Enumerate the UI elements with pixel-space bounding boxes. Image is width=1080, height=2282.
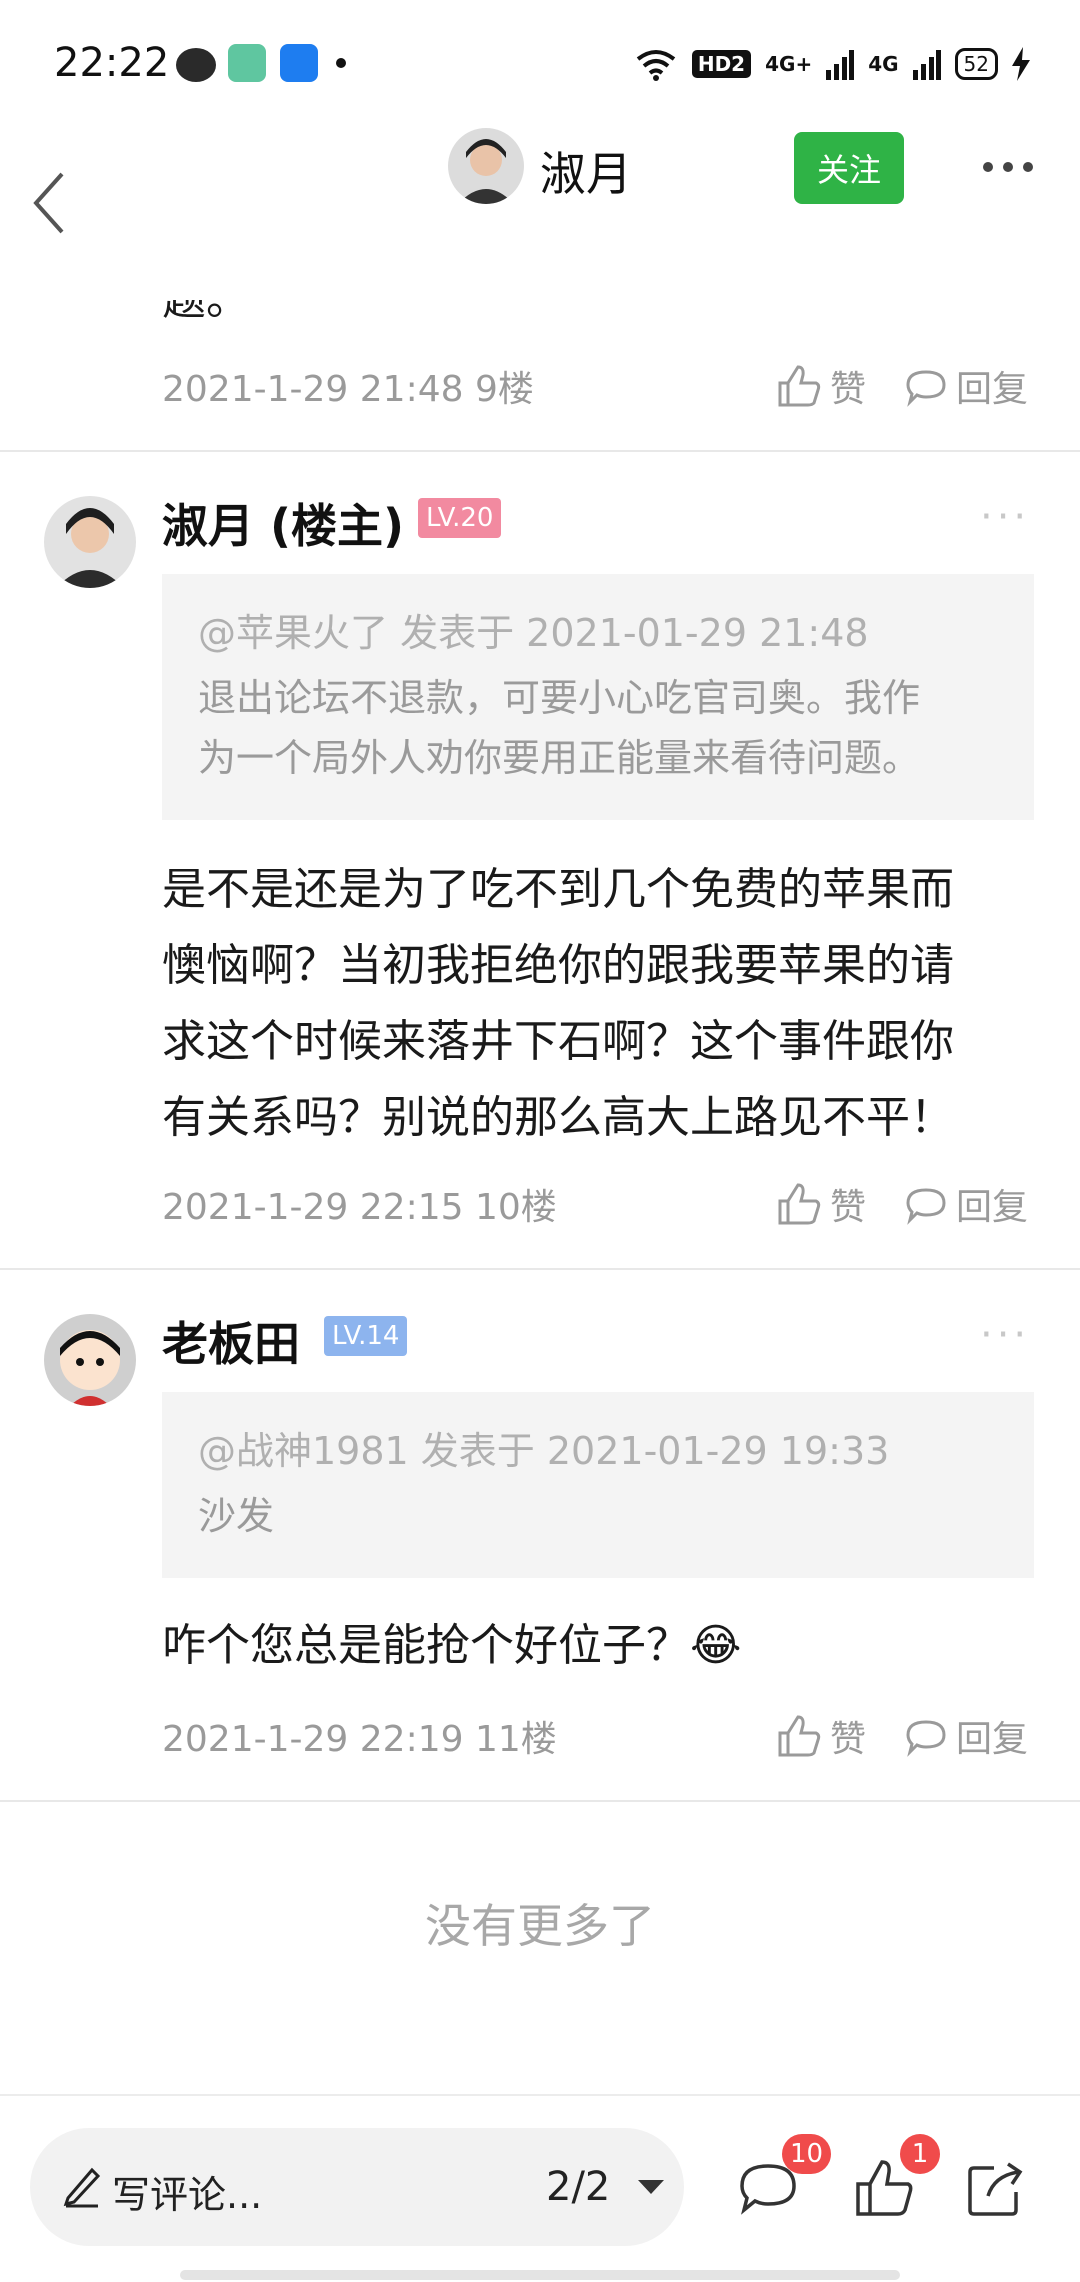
- notification-dot: [336, 58, 346, 68]
- page-indicator[interactable]: 2/2: [546, 2164, 610, 2210]
- reply-button[interactable]: 回复: [904, 1710, 1028, 1762]
- post-author-name[interactable]: 老板田: [162, 1308, 300, 1374]
- quote-text-line: 退出论坛不退款，可要小心吃官司奥。我作: [198, 676, 921, 720]
- like-count-badge: 1: [900, 2134, 940, 2174]
- post-body-line: 有关系吗？别说的那么高大上路见不平！: [162, 1092, 954, 1143]
- no-more-text: 没有更多了: [425, 1899, 655, 1953]
- share-icon[interactable]: [964, 2156, 1028, 2220]
- chevron-down-icon[interactable]: [638, 2180, 664, 2194]
- status-bar: 22:22 HD2 4G+ 4G 52: [0, 0, 1080, 130]
- reply-label: 回复: [956, 369, 1029, 410]
- comment-placeholder[interactable]: 写评论...: [112, 2164, 262, 2219]
- post-avatar[interactable]: [44, 496, 136, 588]
- post-meta: 2021-1-29 22:19 11楼: [162, 1719, 557, 1760]
- charging-icon: [1012, 47, 1030, 81]
- battery-indicator: 52: [954, 48, 998, 80]
- reply-button[interactable]: 回复: [904, 1178, 1028, 1230]
- comment-count-badge: 10: [782, 2134, 832, 2174]
- like-button[interactable]: 赞: [776, 360, 866, 412]
- follow-button[interactable]: 关注: [794, 132, 904, 204]
- post-author-name[interactable]: 淑月 (楼主): [162, 490, 404, 556]
- thumbs-up-icon: [778, 1183, 821, 1225]
- app-icon: [228, 44, 266, 82]
- thumbs-up-icon: [778, 1715, 821, 1757]
- divider: [0, 450, 1080, 452]
- home-indicator: [180, 2270, 900, 2280]
- post-meta: 2021-1-29 22:15 10楼: [162, 1187, 557, 1228]
- like-button[interactable]: 赞: [776, 1710, 866, 1762]
- comment-bubble-icon: [906, 1188, 946, 1225]
- quote-box: @苹果火了 发表于 2021-01-29 21:48 退出论坛不退款，可要小心吃…: [162, 574, 1034, 820]
- quote-text-line: 为一个局外人劝你要用正能量来看待问题。: [198, 736, 921, 780]
- back-icon[interactable]: [26, 168, 76, 238]
- post-body-line: 懊恼啊？当初我拒绝你的跟我要苹果的请: [162, 940, 954, 991]
- like-button[interactable]: 赞: [776, 1178, 866, 1230]
- reply-label: 回复: [956, 1187, 1029, 1228]
- like-label: 赞: [830, 1187, 867, 1228]
- thumbs-up-icon: [778, 365, 821, 407]
- status-indicators: HD2 4G+ 4G 52: [634, 44, 1030, 84]
- signal-2-icon: [912, 50, 941, 80]
- partial-post-meta: 2021-1-29 21:48 9楼: [162, 369, 534, 410]
- wifi-icon: [636, 50, 676, 81]
- post-body-line: 咋个您总是能抢个好位子？😂: [162, 1620, 742, 1671]
- reply-label: 回复: [956, 1719, 1029, 1760]
- divider: [0, 1268, 1080, 1270]
- like-label: 赞: [830, 1719, 867, 1760]
- level-badge: LV.20: [418, 498, 502, 538]
- comment-bubble-icon: [906, 370, 946, 407]
- signal-1-icon: [826, 50, 855, 80]
- post-more-icon[interactable]: ···: [980, 1312, 1030, 1358]
- post-avatar[interactable]: [44, 1314, 136, 1406]
- like-label: 赞: [830, 369, 867, 410]
- quote-box: @战神1981 发表于 2021-01-29 19:33 沙发: [162, 1392, 1034, 1578]
- comment-bubble-icon: [906, 1720, 946, 1757]
- quote-meta: @战神1981 发表于 2021-01-29 19:33: [198, 1429, 890, 1473]
- quote-meta: @苹果火了 发表于 2021-01-29 21:48: [198, 611, 869, 655]
- more-options-icon[interactable]: [980, 150, 1036, 184]
- wechat-icon: [176, 48, 216, 82]
- alipay-icon: [280, 44, 318, 82]
- post-body-line: 求这个时候来落井下石啊？这个事件跟你: [162, 1016, 954, 1067]
- hd-badge: HD2: [691, 50, 752, 78]
- pencil-icon: [63, 2167, 101, 2208]
- quote-text-line: 沙发: [198, 1494, 275, 1538]
- reply-button[interactable]: 回复: [904, 360, 1028, 412]
- signal-2-label: 4G: [868, 52, 899, 76]
- post-body-line: 是不是还是为了吃不到几个免费的苹果而: [162, 864, 954, 915]
- header-avatar[interactable]: [448, 128, 524, 204]
- post-more-icon[interactable]: ···: [980, 494, 1030, 540]
- header-user-name: 淑月: [540, 147, 632, 201]
- divider: [0, 1800, 1080, 1802]
- signal-1-label: 4G+: [765, 52, 813, 76]
- level-badge: LV.14: [324, 1316, 408, 1356]
- status-time: 22:22: [54, 40, 170, 86]
